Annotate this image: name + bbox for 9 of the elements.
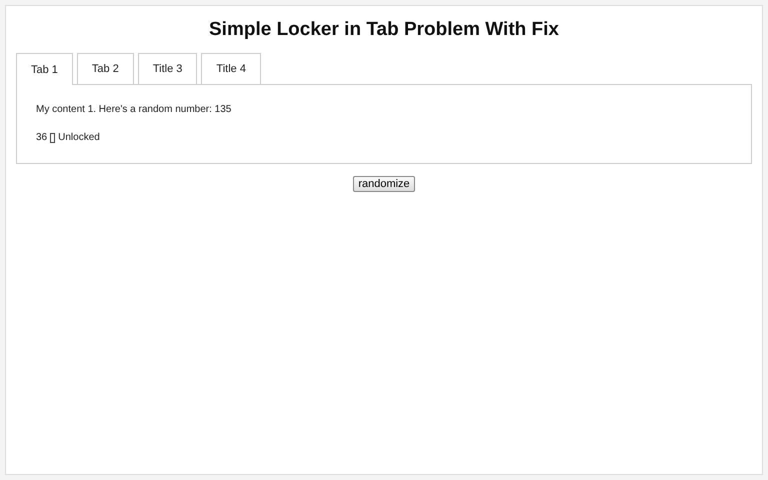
tab[interactable]: Tab 2 [76,53,134,84]
tab[interactable]: Title 4 [201,53,261,84]
tab[interactable]: Tab 1 [16,53,73,85]
page-title: Simple Locker in Tab Problem With Fix [208,18,560,42]
randomize-button[interactable]: randomize [353,176,415,192]
lock-status: Unlocked [58,132,100,143]
content-text: My content 1. Here's a random number: 135 [36,104,232,115]
tab[interactable]: Title 3 [138,53,198,84]
count: 36 [36,132,48,143]
